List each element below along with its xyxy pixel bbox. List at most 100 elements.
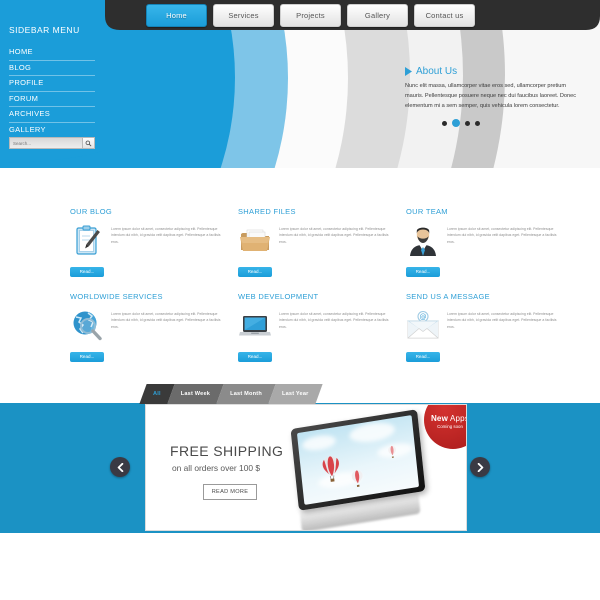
folder-icon [238,224,272,258]
hot-air-balloon-icon [351,470,363,487]
clipboard-pen-icon [70,224,104,258]
envelope-at-icon: @ [406,309,440,343]
about-us-heading: About Us [405,66,585,77]
feature-shared-files-read-button[interactable]: Read... [238,267,272,277]
promo-tab-last-week-label: Last Week [180,391,211,397]
hot-air-balloon-icon [388,445,397,458]
feature-send-message-text: Lorem ipsum dolor sit amet, consectetur … [447,312,557,329]
feature-send-message-title: SEND US A MESSAGE [406,292,490,301]
sidebar-item-blog[interactable]: BLOG [9,61,95,76]
nav-item-gallery-label: Gallery [364,11,391,20]
feature-our-blog-title: OUR BLOG [70,207,112,216]
feature-our-blog-read-button[interactable]: Read... [70,267,104,277]
promo-tab-all-label: All [153,391,161,397]
new-apps-badge-new: New [430,414,449,423]
about-us-block: About Us Nunc elit massa, ullamcorper vi… [405,66,585,128]
hot-air-balloon-icon [322,456,340,482]
nav-item-home-label: Home [166,11,187,20]
feature-our-team-read-button[interactable]: Read... [406,267,440,277]
features-row-1: OUR BLOG Lorem ipsum dolor sit amet, con… [70,207,574,278]
feature-web-development-body: Lorem ipsum dolor sit amet, consectetur … [238,309,406,343]
promo-tab-last-week[interactable]: Last Week [167,384,224,404]
feature-shared-files: SHARED FILES Lorem ipsum dolor sit amet,… [238,207,406,278]
feature-send-message-body: @ Lorem ipsum dolor sit amet, consectetu… [406,309,574,343]
slider-dot-1[interactable] [442,120,447,126]
nav-item-services-label: Services [228,11,259,20]
cloud-shape [348,419,396,446]
tablet-screen [296,415,420,505]
feature-worldwide-services-title: WORLDWIDE SERVICES [70,292,163,301]
feature-our-blog-body: Lorem ipsum dolor sit amet, consectetur … [70,224,238,258]
slider-dot-3[interactable] [465,120,470,126]
nav-item-projects[interactable]: Projects [280,4,341,27]
slider-dots [442,119,585,128]
chevron-left-icon [117,462,123,472]
triangle-right-icon [405,67,412,76]
promo-read-more-button[interactable]: READ MORE [203,484,257,500]
promo-tab-last-year[interactable]: Last Year [268,384,323,404]
about-us-title-text: About Us [416,66,458,77]
nav-item-projects-label: Projects [296,11,325,20]
svg-text:@: @ [420,313,427,321]
feature-shared-files-text: Lorem ipsum dolor sit amet, consectetur … [279,227,389,244]
features-section: OUR BLOG Lorem ipsum dolor sit amet, con… [0,185,600,370]
sidebar-item-profile[interactable]: PROFILE [9,76,95,92]
feature-shared-files-title: SHARED FILES [238,207,296,216]
sidebar-menu-list: HOME BLOG PROFILE FORUM ARCHIVES GALLERY [9,45,95,138]
feature-our-team-text: Lorem ipsum dolor sit amet, consectetur … [447,227,557,244]
search-icon [85,140,92,146]
site-header: Home Services Projects Gallery Contact u… [0,0,600,168]
sidebar-search [9,137,95,149]
feature-send-message-read-button[interactable]: Read... [406,352,440,362]
sidebar: SIDEBAR MENU HOME BLOG PROFILE FORUM ARC… [0,0,105,163]
feature-worldwide-services-body: Lorem ipsum dolor sit amet, consectetur … [70,309,238,343]
cloud-shape [301,433,337,453]
feature-our-blog: OUR BLOG Lorem ipsum dolor sit amet, con… [70,207,238,278]
feature-worldwide-services-text: Lorem ipsum dolor sit amet, consectetur … [111,312,221,329]
feature-our-blog-text: Lorem ipsum dolor sit amet, consectetur … [111,227,221,244]
slider-dot-2[interactable] [452,119,460,128]
businessman-avatar-icon [406,224,440,258]
features-row-2: WORLDWIDE SERVICES Lorem ipsum dolor sit… [70,292,574,363]
sidebar-item-forum[interactable]: FORUM [9,92,95,107]
sidebar-item-archives[interactable]: ARCHIVES [9,107,95,123]
main-navigation: Home Services Projects Gallery Contact u… [146,4,475,27]
promo-subheadline: on all orders over 100 $ [172,463,260,473]
sidebar-item-gallery[interactable]: GALLERY [9,123,95,138]
search-button[interactable] [83,137,95,149]
feature-worldwide-services: WORLDWIDE SERVICES Lorem ipsum dolor sit… [70,292,238,363]
new-apps-badge-apps: Apps [448,414,467,423]
nav-item-gallery[interactable]: Gallery [347,4,408,27]
sidebar-title: SIDEBAR MENU [9,25,80,35]
feature-send-us-a-message: SEND US A MESSAGE @ Lorem ipsum dolor si… [406,292,574,363]
promo-tab-last-month-label: Last Month [230,391,262,397]
laptop-icon [238,309,272,343]
feature-worldwide-services-read-button[interactable]: Read... [70,352,104,362]
feature-web-development-title: WEB DEVELOPMENT [238,292,319,301]
promo-filter-tabs: All Last Week Last Month Last Year [139,384,323,404]
nav-item-contact-label: Contact us [425,11,464,20]
about-us-text: Nunc elit massa, ullamcorper vitae eros … [405,83,577,109]
search-input[interactable] [9,137,83,149]
promo-banner-card: FREE SHIPPING on all orders over 100 $ R… [145,404,467,531]
sidebar-item-home[interactable]: HOME [9,45,95,61]
feature-our-team: OUR TEAM Lorem ipsum dolor sit amet, con… [406,207,574,278]
nav-item-services[interactable]: Services [213,4,274,27]
feature-web-development-read-button[interactable]: Read... [238,352,272,362]
promo-tab-last-year-label: Last Year [281,391,309,397]
promo-tab-all[interactable]: All [139,384,175,404]
promo-next-button[interactable] [470,457,490,477]
promo-headline: FREE SHIPPING [170,443,284,459]
feature-our-team-title: OUR TEAM [406,207,448,216]
tablet-display [286,409,446,530]
promo-prev-button[interactable] [110,457,130,477]
nav-item-contact-us[interactable]: Contact us [414,4,475,27]
chevron-right-icon [477,462,483,472]
feature-web-development-text: Lorem ipsum dolor sit amet, consectetur … [279,312,389,329]
promo-tab-last-month[interactable]: Last Month [216,384,276,404]
feature-shared-files-body: Lorem ipsum dolor sit amet, consectetur … [238,224,406,258]
slider-dot-4[interactable] [475,120,480,126]
nav-item-home[interactable]: Home [146,4,207,27]
new-apps-badge-line1: New Apps [430,414,467,423]
new-apps-badge-line2: Coming soon [437,424,463,429]
